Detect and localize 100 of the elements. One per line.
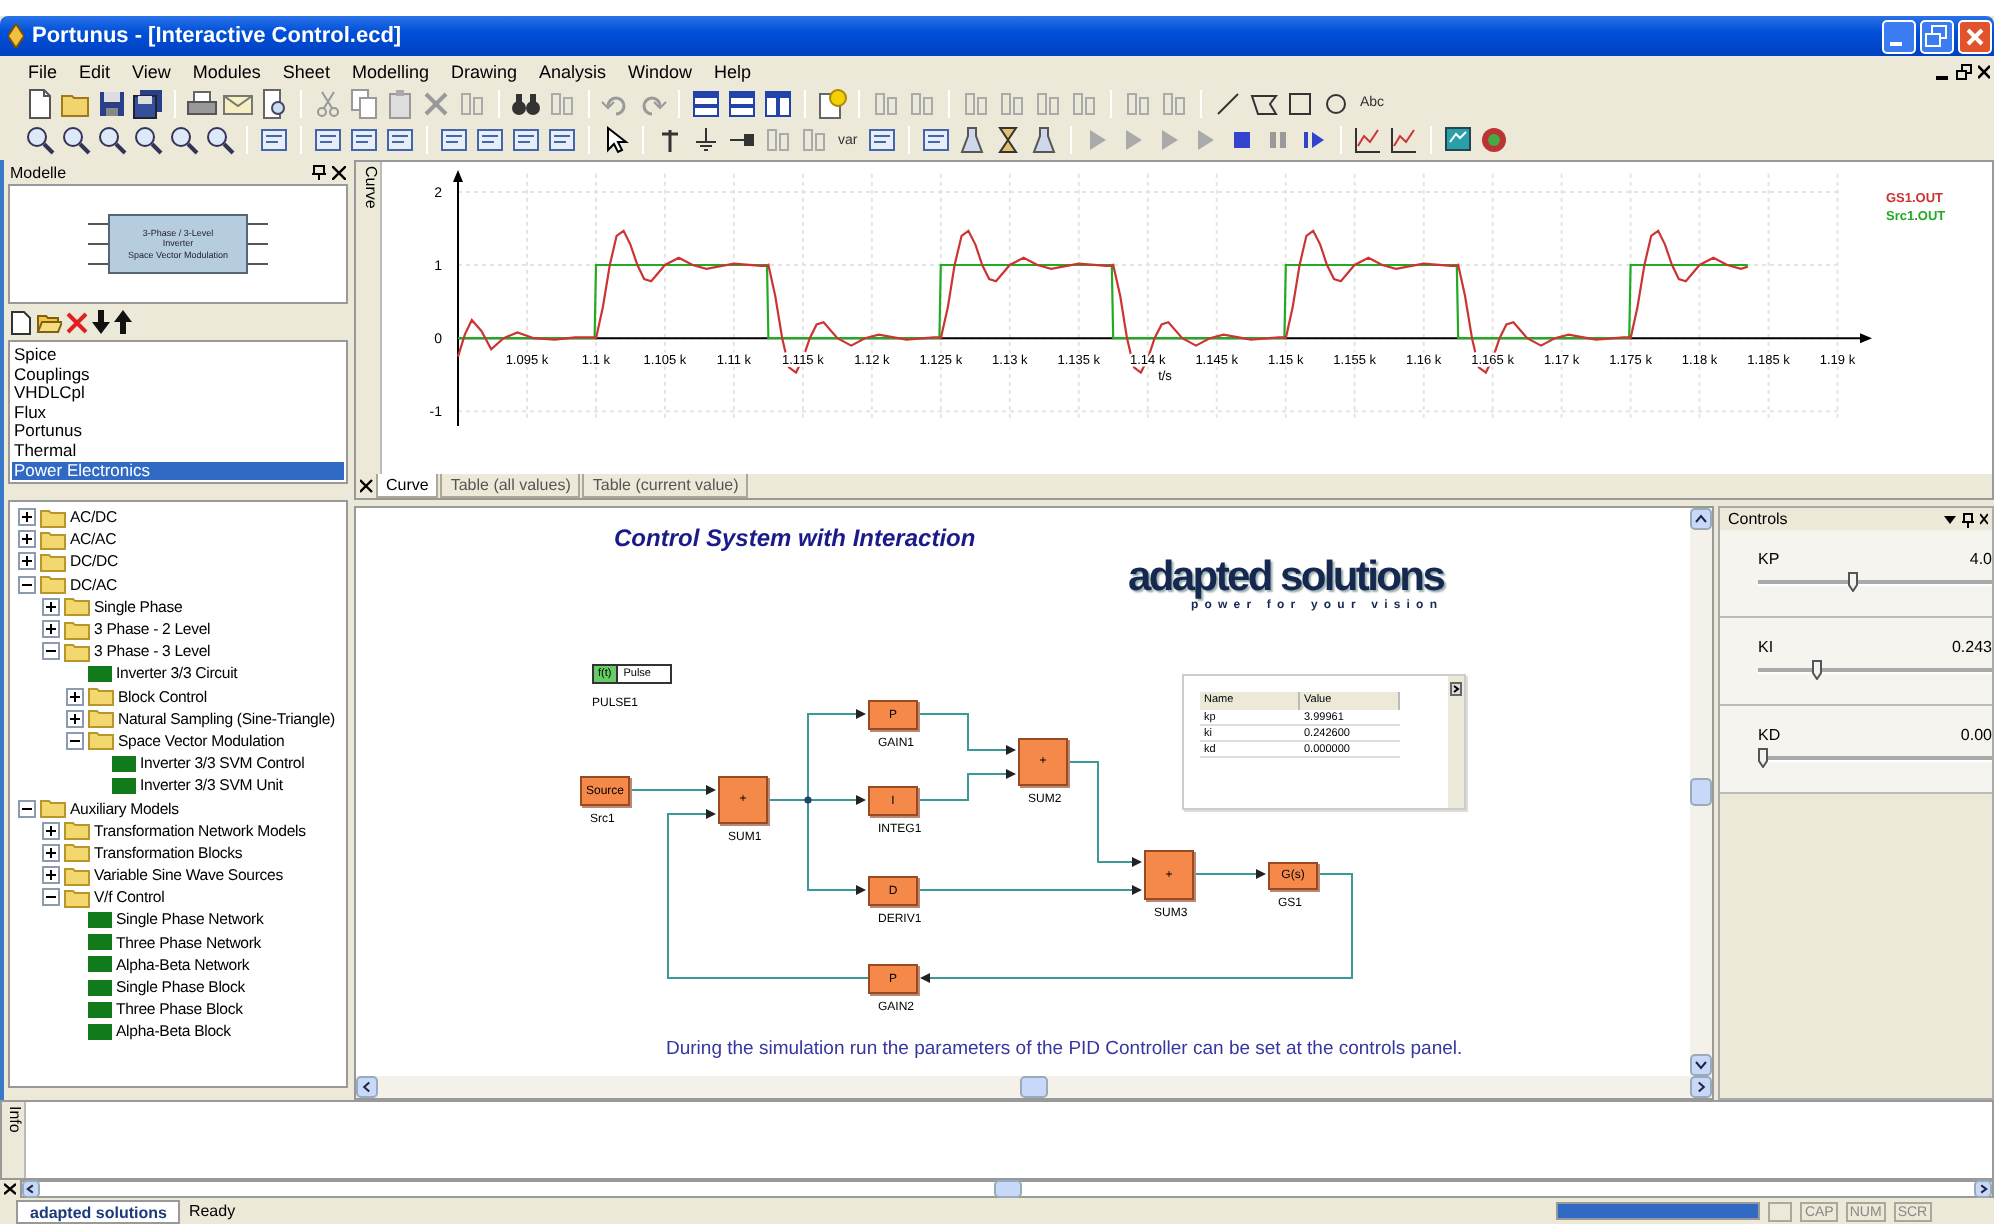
- menu-item[interactable]: Window: [628, 61, 693, 81]
- panel-icon[interactable]: [312, 124, 344, 156]
- scroll-left-button[interactable]: [22, 1180, 40, 1198]
- panel-icon[interactable]: [348, 124, 380, 156]
- expander-icon[interactable]: [66, 731, 84, 750]
- expander-icon[interactable]: [42, 642, 60, 661]
- scroll-thumb[interactable]: [993, 1180, 1021, 1198]
- copy-icon[interactable]: [348, 87, 380, 119]
- slider-thumb[interactable]: [1812, 660, 1823, 680]
- menu-item[interactable]: View: [132, 61, 171, 81]
- close-icon[interactable]: [1978, 63, 1990, 79]
- up-arrow-icon[interactable]: [114, 310, 132, 334]
- scroll-right-button[interactable]: [1974, 1180, 1992, 1198]
- close-icon[interactable]: [360, 474, 374, 498]
- slider-thumb[interactable]: [1758, 748, 1769, 768]
- list-item[interactable]: Couplings: [12, 365, 344, 385]
- chart-icon[interactable]: [1387, 124, 1420, 156]
- expander-icon[interactable]: [42, 821, 60, 840]
- scroll-button[interactable]: [1450, 682, 1462, 696]
- scrollbar[interactable]: [20, 1180, 1994, 1198]
- dropdown-icon[interactable]: [1944, 513, 1956, 525]
- expander-icon[interactable]: [66, 687, 84, 706]
- list-item[interactable]: Power Electronics: [12, 461, 344, 481]
- tab[interactable]: Table (all values): [440, 474, 581, 498]
- expander-icon[interactable]: [18, 552, 36, 571]
- expander-icon[interactable]: [42, 866, 60, 885]
- disks-icon[interactable]: [132, 87, 164, 119]
- menu-item[interactable]: Modelling: [351, 61, 429, 81]
- magnifier-icon[interactable]: [204, 124, 236, 156]
- magnifier-icon[interactable]: [96, 124, 128, 156]
- panel-icon[interactable]: [919, 124, 952, 156]
- minimize-button[interactable]: [1882, 19, 1916, 53]
- ground-icon[interactable]: [690, 124, 722, 156]
- scroll-thumb[interactable]: [1690, 778, 1712, 806]
- window-rows-icon[interactable]: [690, 87, 722, 119]
- page-icon[interactable]: [10, 309, 32, 335]
- close-icon[interactable]: [4, 1182, 16, 1196]
- list-item[interactable]: Flux: [12, 403, 344, 423]
- expander-icon[interactable]: [66, 709, 84, 728]
- expander-icon[interactable]: [18, 530, 36, 549]
- flask-icon[interactable]: [955, 124, 988, 156]
- magnifier-icon[interactable]: [132, 124, 164, 156]
- page-magnifier-icon[interactable]: [258, 87, 290, 119]
- scroll-thumb[interactable]: [1020, 1076, 1048, 1098]
- tab[interactable]: Curve: [376, 474, 439, 498]
- window-columns-icon[interactable]: [762, 87, 794, 119]
- list-item[interactable]: Thermal: [12, 441, 344, 462]
- close-icon[interactable]: [332, 165, 346, 179]
- list-item[interactable]: Portunus: [12, 422, 344, 442]
- tab[interactable]: Table (current value): [582, 474, 749, 498]
- magnifier-icon[interactable]: [24, 124, 56, 156]
- menu-item[interactable]: Drawing: [450, 61, 517, 81]
- expander-icon[interactable]: [42, 597, 60, 616]
- menu-item[interactable]: Sheet: [282, 61, 330, 81]
- cross-icon[interactable]: [66, 311, 88, 333]
- monitor-icon[interactable]: [1441, 124, 1474, 156]
- chart-icon[interactable]: [1351, 124, 1384, 156]
- open-folder-icon[interactable]: [36, 310, 62, 334]
- rectangle-icon[interactable]: [1284, 87, 1316, 119]
- page-dot-icon[interactable]: [816, 87, 848, 119]
- slider-thumb[interactable]: [1847, 572, 1858, 592]
- list-item[interactable]: Spice: [12, 346, 344, 366]
- line-icon[interactable]: [1212, 87, 1244, 119]
- page-icon[interactable]: [24, 87, 56, 119]
- panel-icon[interactable]: [474, 124, 506, 156]
- restore-button[interactable]: [1920, 19, 1954, 53]
- expander-icon[interactable]: [42, 620, 60, 639]
- expander-icon[interactable]: [18, 799, 36, 818]
- panel-icon[interactable]: [865, 124, 898, 156]
- magnifier-icon[interactable]: [168, 124, 200, 156]
- scroll-left-button[interactable]: [356, 1076, 378, 1098]
- close-icon[interactable]: [1980, 512, 1988, 526]
- menu-item[interactable]: File: [28, 61, 58, 81]
- expander-icon[interactable]: [42, 888, 60, 907]
- pin-icon[interactable]: [1962, 511, 1974, 527]
- menu-item[interactable]: Edit: [79, 61, 111, 81]
- status-tab[interactable]: adapted solutions: [16, 1199, 181, 1223]
- list-item[interactable]: VHDLCpl: [12, 384, 344, 404]
- menu-item[interactable]: Help: [714, 61, 752, 81]
- close-button[interactable]: [1958, 19, 1992, 53]
- magnifier-icon[interactable]: [60, 124, 92, 156]
- scroll-down-button[interactable]: [1690, 1054, 1712, 1076]
- panel-icon[interactable]: [258, 124, 290, 156]
- flask-icon[interactable]: [1027, 124, 1060, 156]
- panel-icon[interactable]: [438, 124, 470, 156]
- scroll-up-button[interactable]: [1690, 508, 1712, 530]
- down-arrow-icon[interactable]: [92, 310, 110, 334]
- panel-icon[interactable]: [510, 124, 542, 156]
- scrollbar[interactable]: [1690, 508, 1712, 1076]
- panel-icon[interactable]: [546, 124, 578, 156]
- clipboard-icon[interactable]: [384, 87, 416, 119]
- window-rows-icon[interactable]: [726, 87, 758, 119]
- menu-item[interactable]: Analysis: [539, 61, 607, 81]
- printer-icon[interactable]: [186, 87, 218, 119]
- panel-icon[interactable]: [384, 124, 416, 156]
- expander-icon[interactable]: [42, 843, 60, 862]
- pin-icon[interactable]: [312, 164, 326, 180]
- menu-item[interactable]: Modules: [192, 61, 261, 81]
- expander-icon[interactable]: [18, 575, 36, 594]
- scroll-right-button[interactable]: [1690, 1076, 1712, 1098]
